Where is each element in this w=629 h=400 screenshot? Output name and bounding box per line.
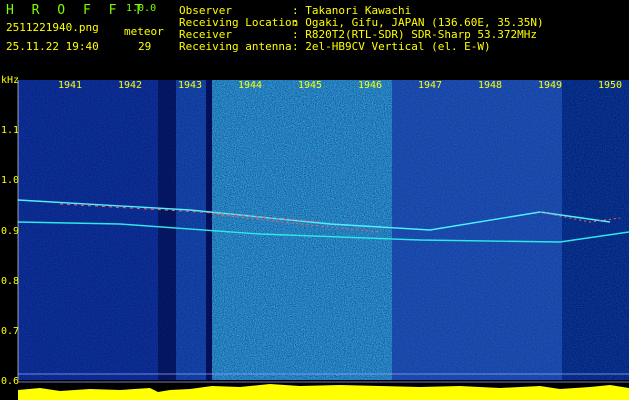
minute-label-1947: 1947 [418, 80, 443, 91]
y-tick-1: 1.1 [1, 125, 20, 136]
minute-label-1943: 1943 [178, 80, 203, 91]
spectrogram-plot [17, 80, 629, 400]
meteor-count: 29 [138, 40, 152, 53]
y-tick-2: 1.0 [1, 175, 20, 186]
unit-label: kHz [1, 75, 20, 86]
minute-label-1946: 1946 [358, 80, 383, 91]
band-far-right [562, 80, 629, 380]
minute-label-1950: 1950 [598, 80, 623, 91]
meteor-label: meteor [124, 25, 164, 38]
y-tick-3: 0.9 [1, 226, 20, 237]
minute-label-1944: 1944 [238, 80, 263, 91]
antenna-label: Receiving antenna [179, 40, 292, 53]
band-dark [158, 80, 176, 380]
app-version: 1.0.0 [126, 3, 157, 14]
datetime: 25.11.22 19:40 [6, 40, 99, 53]
band-right [392, 80, 562, 380]
y-tick-5: 0.7 [1, 326, 20, 337]
noise-floor [18, 384, 629, 400]
y-tick-4: 0.8 [1, 276, 20, 287]
band-bright [212, 80, 392, 380]
minute-label-1949: 1949 [538, 80, 563, 91]
antenna-value: : 2el-HB9CV Vertical (el. E-W) [292, 40, 491, 53]
file-name: 2511221940.png [6, 21, 99, 34]
band-left [18, 80, 158, 380]
minute-label-1945: 1945 [298, 80, 323, 91]
y-tick-6: 0.6 [1, 376, 20, 387]
minute-label-1948: 1948 [478, 80, 503, 91]
header-panel: H R O F F T 1.0.0 2511221940.png meteor … [0, 0, 629, 72]
minute-label-1941: 1941 [58, 80, 83, 91]
minute-label-1942: 1942 [118, 80, 143, 91]
